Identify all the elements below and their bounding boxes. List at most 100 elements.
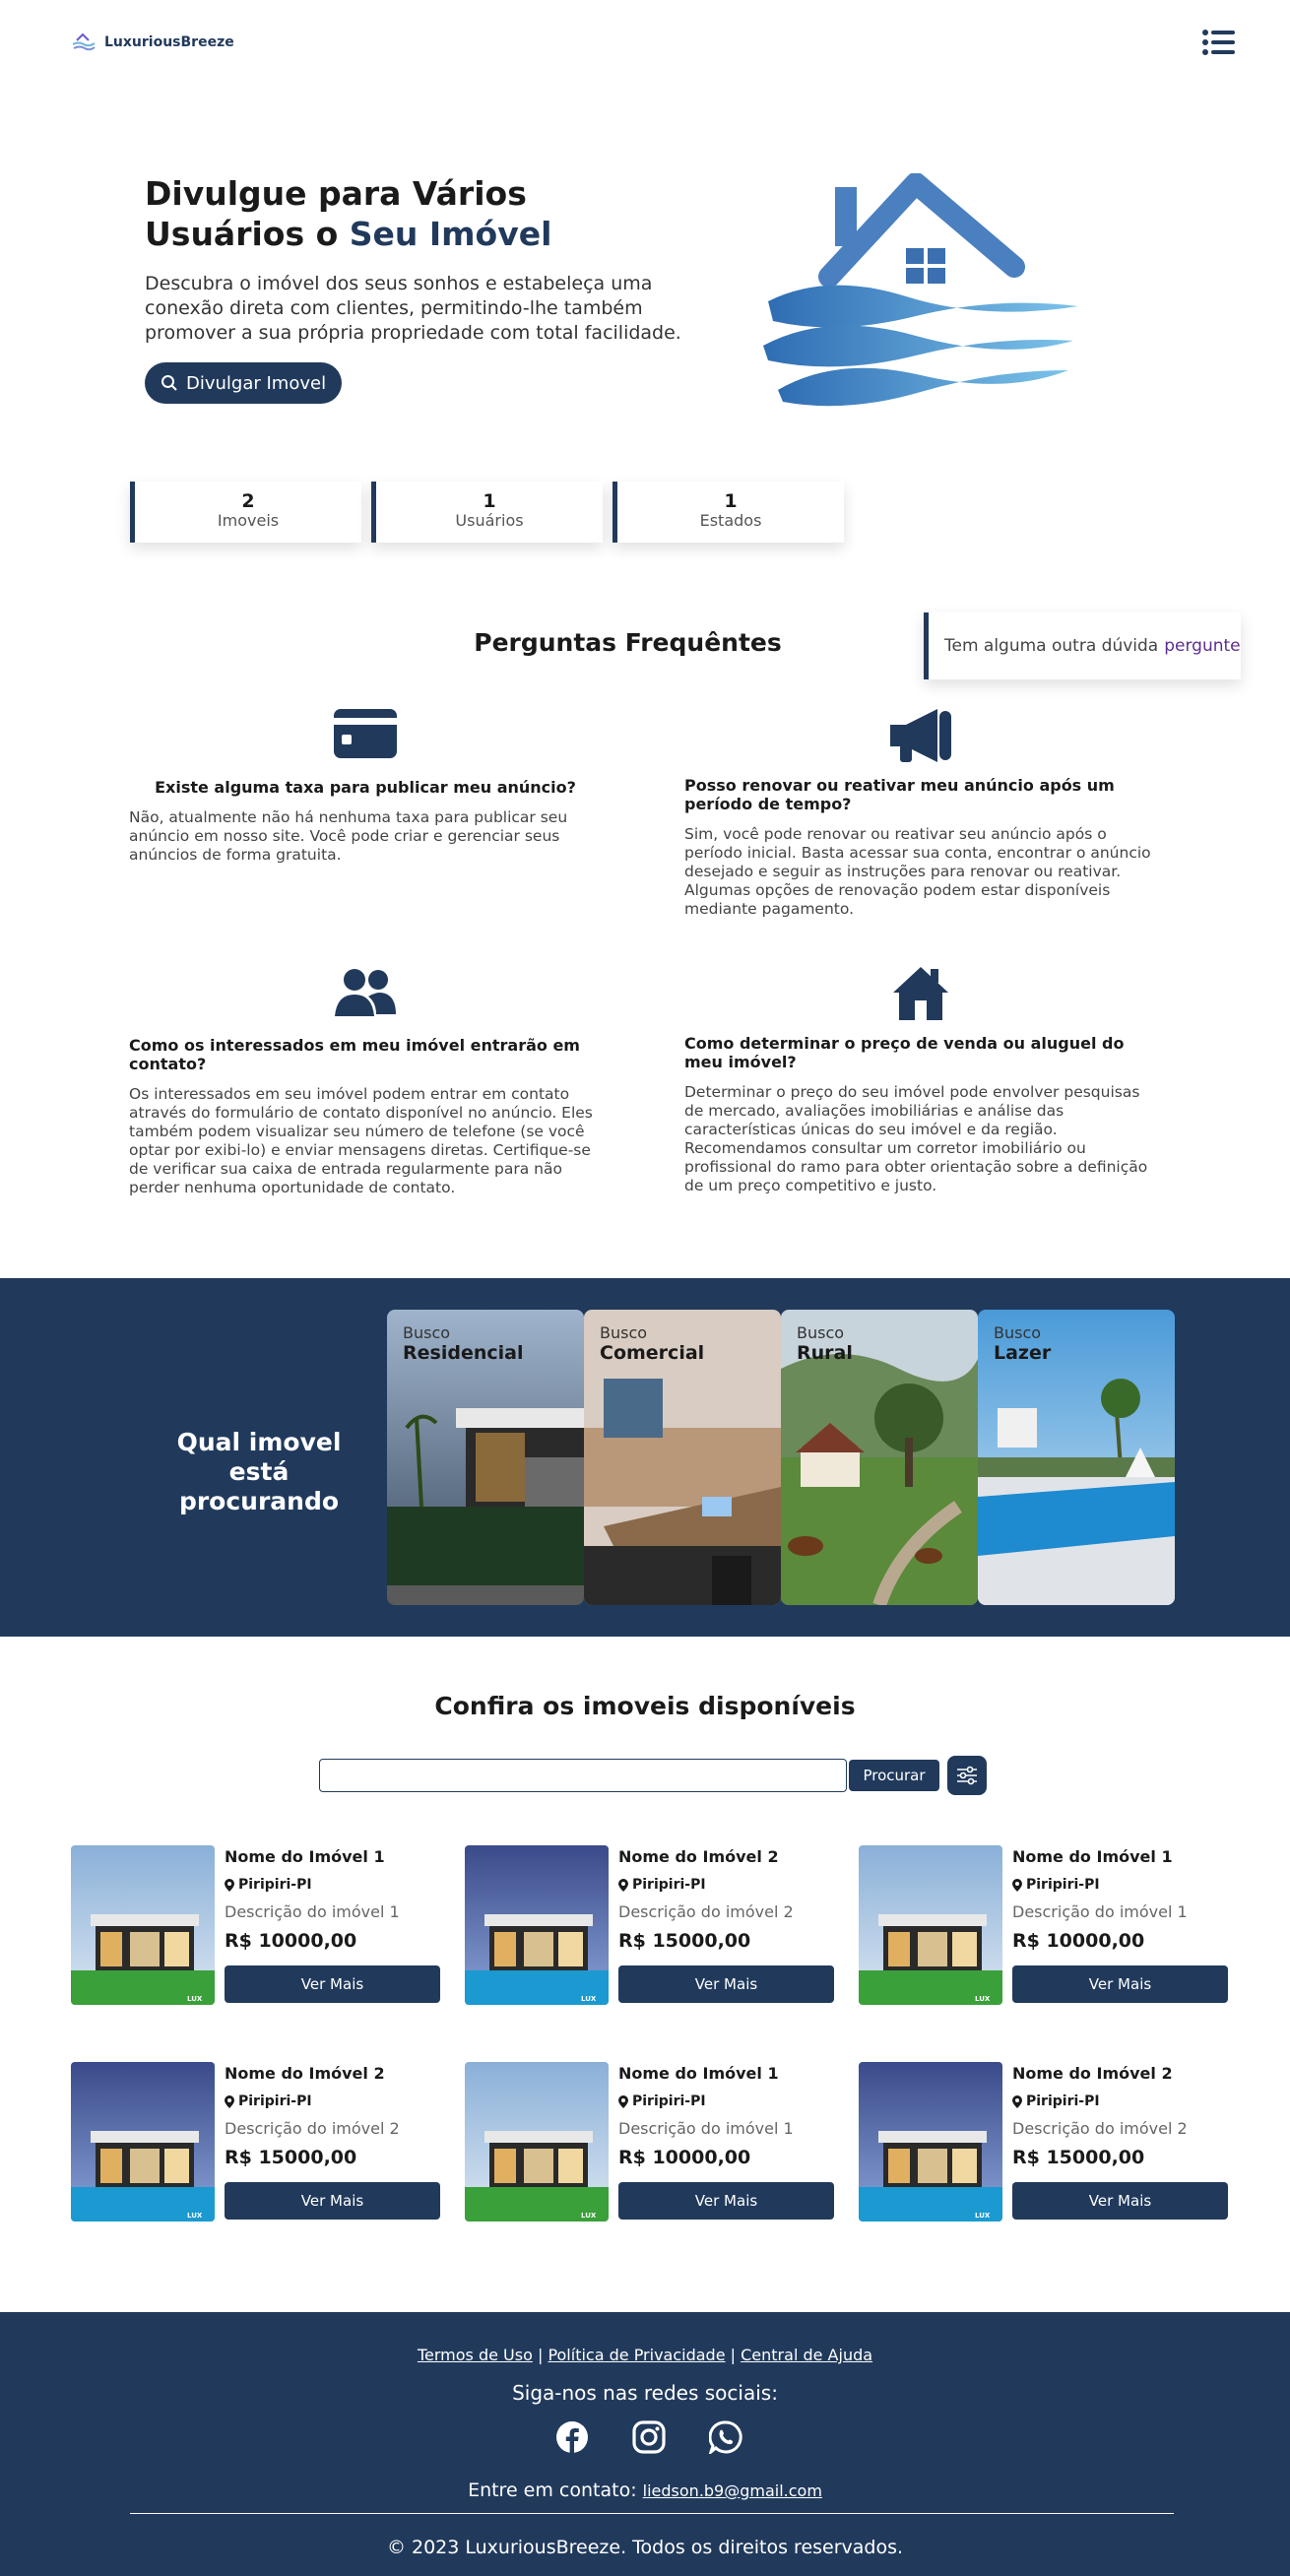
faq-answer: Determinar o preço do seu imóvel pode en…	[684, 1083, 1148, 1194]
category-rural[interactable]: Busco Rural	[781, 1310, 978, 1605]
footer-contact: Entre em contato: liedson.b9@gmail.com	[0, 2479, 1290, 2501]
stats-row: 2 Imoveis 1 Usuários 1 Estados	[130, 482, 844, 543]
footer-copyright: © 2023 LuxuriousBreeze. Todos os direito…	[386, 2537, 904, 2558]
hero-title-line1: Divulgue para Vários	[145, 174, 527, 213]
stat-usuarios: 1 Usuários	[371, 482, 603, 543]
category-comercial[interactable]: Busco Comercial	[584, 1310, 781, 1605]
property-location: Piripiri-PI	[225, 1877, 312, 1893]
footer-contact-label: Entre em contato:	[468, 2479, 637, 2501]
svg-text:LUX: LUX	[187, 1995, 203, 2003]
stat-value: 2	[241, 490, 255, 512]
faq-ask-box: Tem alguma outra dúvida pergunte	[924, 612, 1241, 679]
property-image[interactable]: LUX	[859, 2062, 1002, 2222]
logo[interactable]: LuxuriousBreeze	[71, 32, 234, 53]
svg-text:LUX: LUX	[581, 1995, 597, 2003]
sliders-icon	[957, 1766, 977, 1785]
category-name: Residencial	[403, 1342, 524, 1364]
whatsapp-icon[interactable]	[707, 2420, 742, 2458]
property-name: Nome do Imóvel 1	[1012, 1847, 1173, 1866]
faq-question: Como os interessados em meu imóvel entra…	[129, 1036, 580, 1073]
property-description: Descrição do imóvel 1	[1012, 1902, 1188, 1921]
listings-title: Confira os imoveis disponíveis	[434, 1692, 856, 1720]
stat-value: 1	[724, 490, 738, 512]
footer-link-ajuda[interactable]: Central de Ajuda	[741, 2346, 872, 2364]
property-location-text: Piripiri-PI	[632, 2093, 706, 2109]
property-price: R$ 15000,00	[618, 1930, 751, 1952]
stat-label: Imoveis	[217, 511, 280, 530]
ver-mais-button[interactable]: Ver Mais	[618, 2182, 834, 2220]
faq-question: Como determinar o preço de venda ou alug…	[684, 1034, 1125, 1071]
menu-list-icon[interactable]	[1201, 28, 1235, 57]
property-location-text: Piripiri-PI	[1026, 1877, 1100, 1893]
ver-mais-button[interactable]: Ver Mais	[1012, 2182, 1228, 2220]
category-lazer[interactable]: Busco Lazer	[978, 1310, 1175, 1605]
map-pin-icon	[225, 1878, 234, 1892]
site-footer: Termos de Uso | Política de Privacidade …	[0, 2312, 1290, 2576]
stat-imoveis: 2 Imoveis	[130, 482, 361, 543]
property-image[interactable]: LUX	[465, 1845, 609, 2005]
ver-mais-button[interactable]: Ver Mais	[225, 1965, 440, 2003]
category-label: Busco Lazer	[994, 1323, 1051, 1364]
filter-button[interactable]	[947, 1756, 987, 1795]
faq-item: Posso renovar ou reativar meu anúncio ap…	[684, 707, 1157, 919]
facebook-icon[interactable]	[555, 2420, 589, 2458]
divulgar-imovel-label: Divulgar Imovel	[186, 372, 327, 394]
footer-social-icons	[555, 2420, 742, 2458]
footer-divider	[130, 2513, 1174, 2514]
property-location-text: Piripiri-PI	[238, 1877, 312, 1893]
category-name: Comercial	[600, 1342, 705, 1364]
map-pin-icon	[618, 1878, 628, 1892]
stat-estados: 1 Estados	[613, 482, 844, 543]
category-name: Lazer	[994, 1342, 1052, 1364]
property-price: R$ 15000,00	[1012, 2147, 1145, 2168]
property-price: R$ 10000,00	[618, 2147, 751, 2168]
search-icon	[161, 375, 177, 391]
svg-text:LUX: LUX	[581, 2212, 597, 2220]
ver-mais-button[interactable]: Ver Mais	[225, 2182, 440, 2220]
svg-text:LUX: LUX	[975, 1995, 991, 2003]
users-icon	[335, 969, 396, 1016]
map-pin-icon	[618, 2094, 628, 2108]
property-photo: LUX	[859, 1845, 1002, 2005]
megaphone-icon	[890, 709, 951, 762]
map-pin-icon	[1012, 1878, 1022, 1892]
property-photo: LUX	[71, 1845, 215, 2005]
property-image[interactable]: LUX	[71, 2062, 215, 2222]
footer-contact-email[interactable]: liedson.b9@gmail.com	[643, 2481, 822, 2500]
search-button[interactable]: Procurar	[849, 1760, 939, 1791]
property-name: Nome do Imóvel 1	[618, 2064, 779, 2083]
divulgar-imovel-button[interactable]: Divulgar Imovel	[145, 362, 343, 404]
ver-mais-button[interactable]: Ver Mais	[1012, 1965, 1228, 2003]
property-photo: LUX	[465, 1845, 609, 2005]
property-card: LUX Nome do Imóvel 2 Piripiri-PI Descriç…	[465, 1845, 834, 2008]
hero-title-accent: Seu Imóvel	[349, 215, 552, 253]
property-price: R$ 10000,00	[225, 1930, 357, 1952]
property-location: Piripiri-PI	[1012, 1877, 1100, 1893]
footer-link-privacidade[interactable]: Política de Privacidade	[548, 2346, 725, 2364]
property-description: Descrição do imóvel 1	[225, 1902, 400, 1921]
category-label: Busco Rural	[797, 1323, 853, 1364]
hero-description: Descubra o imóvel dos seus sonhos e esta…	[145, 273, 681, 344]
property-image[interactable]: LUX	[465, 2062, 609, 2222]
property-card: LUX Nome do Imóvel 1 Piripiri-PI Descriç…	[71, 1845, 440, 2008]
faq-question: Existe alguma taxa para publicar meu anú…	[155, 778, 576, 797]
logo-icon	[72, 32, 96, 51]
category-residencial[interactable]: Busco Residencial	[387, 1310, 584, 1605]
ver-mais-button[interactable]: Ver Mais	[618, 1965, 834, 2003]
category-prefix: Busco	[403, 1323, 451, 1342]
hero-title-line2a: Usuários o	[145, 215, 350, 253]
search-input[interactable]	[319, 1759, 847, 1792]
property-image[interactable]: LUX	[71, 1845, 215, 2005]
footer-link-termos[interactable]: Termos de Uso	[418, 2346, 533, 2364]
faq-item: Existe alguma taxa para publicar meu anú…	[129, 709, 602, 865]
instagram-icon[interactable]	[632, 2420, 666, 2458]
faq-ask-link[interactable]: pergunte	[1164, 636, 1240, 656]
property-location-text: Piripiri-PI	[632, 1877, 706, 1893]
svg-text:LUX: LUX	[975, 2212, 991, 2220]
property-photo: LUX	[859, 2062, 1002, 2222]
property-description: Descrição do imóvel 2	[225, 2119, 400, 2138]
property-photo: LUX	[71, 2062, 215, 2222]
property-image[interactable]: LUX	[859, 1845, 1002, 2005]
property-location: Piripiri-PI	[618, 2093, 706, 2109]
property-description: Descrição do imóvel 2	[618, 1902, 794, 1921]
